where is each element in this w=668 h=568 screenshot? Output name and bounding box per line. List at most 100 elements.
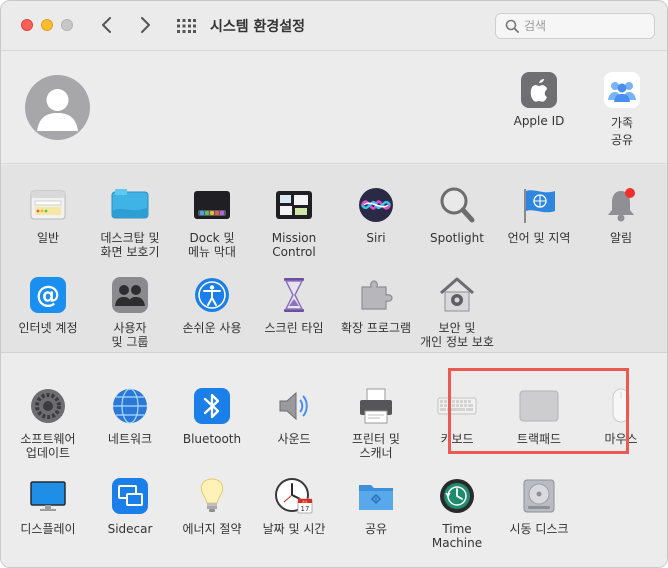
hardware-preferences-section: 소프트웨어 업데이트 네트워크 Bluetooth 사운드 프린터 및 스캐너 … <box>1 354 667 567</box>
pane-keyboard[interactable]: 키보드 <box>416 386 498 446</box>
pane-label: 네트워크 <box>107 432 153 446</box>
pane-accessibility[interactable]: 손쉬운 사용 <box>171 275 253 335</box>
forward-button[interactable] <box>133 13 157 37</box>
pane-label: 디스플레이 <box>20 522 76 536</box>
pane-label: Spotlight <box>430 231 484 245</box>
family-sharing-label-line2: 공유 <box>610 133 634 147</box>
pane-label: 메뉴 막대 <box>188 245 236 259</box>
pane-security-privacy[interactable]: 보안 및 개인 정보 보호 <box>416 275 498 349</box>
title-bar: 시스템 환경설정 <box>1 1 667 51</box>
pane-label: 시동 디스크 <box>509 522 569 536</box>
search-icon <box>505 19 519 33</box>
pane-internet-accounts[interactable]: @ 인터넷 계정 <box>7 275 89 335</box>
pane-sound[interactable]: 사운드 <box>253 386 335 446</box>
siri-icon <box>356 185 396 225</box>
pane-label: Dock 및 <box>189 231 235 245</box>
trackpad-icon <box>519 386 559 426</box>
pane-label: 개인 정보 보호 <box>420 335 494 349</box>
startup-disk-icon <box>519 476 559 516</box>
pane-date-time[interactable]: JUL 17 날짜 및 시간 <box>253 476 335 536</box>
pane-mission-control[interactable]: Mission Control <box>253 185 335 259</box>
language-icon <box>519 185 559 225</box>
pane-label: 트랙패드 <box>516 432 562 446</box>
date-time-icon: JUL 17 <box>274 476 314 516</box>
chevron-left-icon <box>102 17 111 33</box>
pane-mouse[interactable]: 마우스 <box>580 386 662 446</box>
pane-dock-menubar[interactable]: Dock 및 메뉴 막대 <box>171 185 253 259</box>
pane-time-machine[interactable]: Time Machine <box>416 476 498 550</box>
pane-trackpad[interactable]: 트랙패드 <box>498 386 580 446</box>
notifications-icon <box>601 185 641 225</box>
zoom-window-button[interactable] <box>61 19 73 31</box>
pane-startup-disk[interactable]: 시동 디스크 <box>498 476 580 536</box>
pane-users-groups[interactable]: 사용자 및 그룹 <box>89 275 171 349</box>
pane-language-region[interactable]: 언어 및 지역 <box>498 185 580 245</box>
back-button[interactable] <box>95 13 119 37</box>
pane-printers-scanners[interactable]: 프린터 및 스캐너 <box>335 386 417 460</box>
pane-label: Mission <box>271 231 317 245</box>
pane-label: 에너지 절약 <box>182 522 242 536</box>
pane-desktop-screensaver[interactable]: 데스크탑 및 화면 보호기 <box>89 185 171 259</box>
search-field[interactable] <box>495 13 655 39</box>
screen-time-icon <box>274 275 314 315</box>
pane-software-update[interactable]: 소프트웨어 업데이트 <box>7 386 89 460</box>
grid-icon <box>177 19 196 33</box>
person-silhouette-icon <box>37 89 78 131</box>
pane-displays[interactable]: 디스플레이 <box>7 476 89 536</box>
pane-label: 알림 <box>609 231 633 245</box>
pane-label: 업데이트 <box>25 446 71 460</box>
pane-network[interactable]: 네트워크 <box>89 386 171 446</box>
mouse-icon <box>601 386 641 426</box>
pane-sidecar[interactable]: Sidecar <box>89 476 171 536</box>
keyboard-icon <box>437 386 477 426</box>
sharing-icon <box>356 476 396 516</box>
general-icon <box>28 185 68 225</box>
pane-bluetooth[interactable]: Bluetooth <box>171 386 253 446</box>
dock-icon <box>192 185 232 225</box>
apple-id-pane[interactable]: Apple ID <box>504 72 574 128</box>
pane-general[interactable]: 일반 <box>7 185 89 245</box>
pane-label: Control <box>272 245 316 259</box>
pane-label: 일반 <box>36 231 60 245</box>
user-avatar[interactable] <box>25 75 90 140</box>
pane-energy-saver[interactable]: 에너지 절약 <box>171 476 253 536</box>
users-icon <box>110 275 150 315</box>
pane-label: 데스크탑 및 <box>100 231 160 245</box>
pane-sharing[interactable]: 공유 <box>335 476 417 536</box>
energy-saver-icon <box>192 476 232 516</box>
pane-label: 마우스 <box>604 432 638 446</box>
pane-label: 확장 프로그램 <box>340 321 412 335</box>
window-title: 시스템 환경설정 <box>210 19 306 35</box>
pane-label: 스크린 타임 <box>264 321 324 335</box>
internet-accounts-icon: @ <box>28 275 68 315</box>
pane-label: 프린터 및 <box>352 432 400 446</box>
pane-label: 및 그룹 <box>111 335 149 349</box>
pane-label: 사운드 <box>277 432 311 446</box>
pane-spotlight[interactable]: Spotlight <box>416 185 498 245</box>
apple-id-label: Apple ID <box>513 114 565 128</box>
pane-screen-time[interactable]: 스크린 타임 <box>253 275 335 335</box>
show-all-button[interactable] <box>175 15 197 37</box>
personal-preferences-section: 일반 데스크탑 및 화면 보호기 Dock 및 메뉴 막대 Mission Co… <box>1 165 667 353</box>
pane-extensions[interactable]: 확장 프로그램 <box>335 275 417 335</box>
pane-label: Siri <box>366 231 386 245</box>
pane-siri[interactable]: Siri <box>335 185 417 245</box>
family-sharing-pane[interactable]: 가족 공유 <box>587 72 657 148</box>
pane-label: Machine <box>431 536 483 550</box>
pane-label: Time <box>442 522 472 536</box>
pane-label: 공유 <box>364 522 388 536</box>
search-input[interactable] <box>524 17 648 35</box>
calendar-day-text: 17 <box>301 505 310 513</box>
close-window-button[interactable] <box>21 19 33 31</box>
pane-label: Sidecar <box>107 522 153 536</box>
sidecar-icon <box>110 476 150 516</box>
svg-text:@: @ <box>36 281 60 309</box>
desktop-icon <box>110 185 150 225</box>
minimize-window-button[interactable] <box>41 19 53 31</box>
network-icon <box>110 386 150 426</box>
family-sharing-label-line1: 가족 <box>610 116 634 130</box>
spotlight-icon <box>437 185 477 225</box>
time-machine-icon <box>437 476 477 516</box>
system-preferences-window: 시스템 환경설정 Apple ID <box>0 0 668 568</box>
pane-notifications[interactable]: 알림 <box>580 185 662 245</box>
